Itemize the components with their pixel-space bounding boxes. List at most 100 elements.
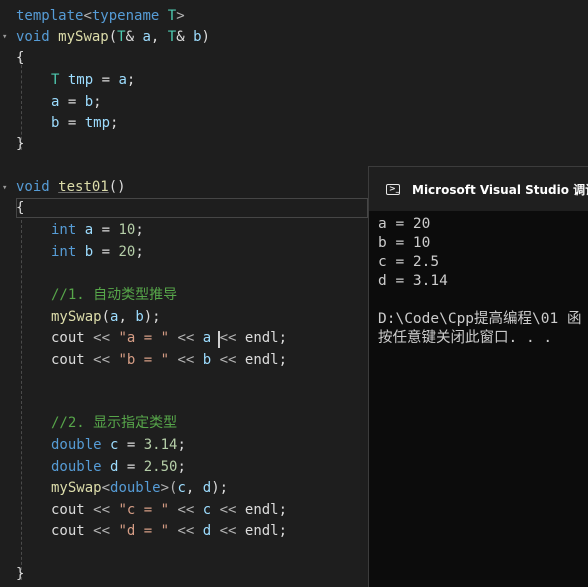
code-line[interactable]: cout << "d = " << d << endl; <box>51 521 287 542</box>
punct: ; <box>278 502 288 518</box>
punct: () <box>108 179 126 195</box>
keyword: void <box>16 179 50 195</box>
code-line[interactable]: b = tmp; <box>51 113 118 134</box>
punct: ); <box>143 309 161 325</box>
code-line[interactable]: mySwap(a, b); <box>51 307 161 328</box>
identifier: cout <box>51 330 85 346</box>
keyword: double <box>51 437 102 453</box>
code-line[interactable]: int b = 20; <box>51 242 144 263</box>
code-line[interactable]: cout << "c = " << c << endl; <box>51 500 287 521</box>
code-comment[interactable]: //1. 自动类型推导 <box>51 285 177 306</box>
operator: = <box>59 115 85 131</box>
identifier: cout <box>51 502 85 518</box>
variable: b <box>84 94 94 110</box>
operator: << <box>169 502 203 518</box>
identifier: cout <box>51 523 85 539</box>
punct: ); <box>211 480 229 496</box>
identifier: endl <box>244 352 279 368</box>
identifier: endl <box>244 330 279 346</box>
debug-console-window[interactable]: >_ Microsoft Visual Studio 调试控 a = 20 b … <box>368 166 588 587</box>
variable: a <box>84 222 94 238</box>
punct: ; <box>110 115 119 131</box>
identifier: endl <box>244 523 279 539</box>
punct: >( <box>160 480 178 496</box>
variable: c <box>202 502 212 518</box>
type-name: T <box>117 29 126 45</box>
variable: b <box>135 309 144 325</box>
operator: << <box>211 330 245 346</box>
string-literal: "b = " <box>118 352 170 368</box>
function-name: mySwap <box>51 480 102 496</box>
param: b <box>193 29 202 45</box>
code-line[interactable]: { <box>16 198 24 219</box>
punct: , <box>118 309 136 325</box>
code-line[interactable]: { <box>16 48 24 69</box>
variable: a <box>202 330 212 346</box>
current-line-highlight <box>16 198 368 218</box>
keyword: int <box>51 222 77 238</box>
variable: b <box>202 352 212 368</box>
brace: } <box>16 136 25 152</box>
keyword: typename <box>91 8 160 24</box>
operator: = <box>93 244 119 260</box>
code-line[interactable]: } <box>16 134 24 155</box>
punct: ; <box>177 437 186 453</box>
console-output-line: c = 2.5 <box>378 254 440 270</box>
code-line[interactable]: int a = 10; <box>51 220 144 241</box>
function-name: test01 <box>58 179 109 195</box>
operator: << <box>169 523 203 539</box>
punct: > <box>176 8 185 24</box>
code-line[interactable]: double d = 2.50; <box>51 457 186 478</box>
brace: { <box>16 200 25 216</box>
punct: ; <box>278 352 288 368</box>
code-comment[interactable]: //2. 显示指定类型 <box>51 413 177 434</box>
punct: & <box>176 29 194 45</box>
code-line[interactable]: double c = 3.14; <box>51 435 186 456</box>
variable: tmp <box>67 72 94 88</box>
operator: = <box>93 222 119 238</box>
keyword: double <box>110 480 161 496</box>
brace: { <box>16 50 25 66</box>
code-line[interactable]: T tmp = a; <box>51 70 135 91</box>
brace: } <box>16 566 25 582</box>
punct: , <box>185 480 203 496</box>
operator: << <box>169 330 203 346</box>
code-line[interactable]: mySwap<double>(c, d); <box>51 478 228 499</box>
chevron-down-icon[interactable]: ▾ <box>2 183 7 193</box>
number-literal: 2.50 <box>143 459 178 475</box>
keyword: void <box>16 29 50 45</box>
variable: b <box>84 244 94 260</box>
punct: < <box>101 480 111 496</box>
type-name: T <box>167 8 177 24</box>
console-output-line: D:\Code\Cpp提高编程\01 函 <box>378 311 582 327</box>
number-literal: 20 <box>118 244 136 260</box>
variable: d <box>202 480 212 496</box>
variable: a <box>118 72 127 88</box>
punct: ; <box>126 72 136 88</box>
operator: << <box>211 502 245 518</box>
identifier: endl <box>244 502 279 518</box>
code-line[interactable]: cout << "a = " << a << endl; <box>51 328 287 349</box>
variable: d <box>202 523 212 539</box>
operator: = <box>59 94 85 110</box>
operator: = <box>118 459 144 475</box>
console-titlebar[interactable]: >_ Microsoft Visual Studio 调试控 <box>369 167 588 211</box>
number-literal: 3.14 <box>143 437 178 453</box>
code-line[interactable]: a = b; <box>51 92 102 113</box>
operator: = <box>93 72 119 88</box>
code-line[interactable]: } <box>16 564 24 585</box>
chevron-down-icon[interactable]: ▾ <box>2 32 7 42</box>
code-line[interactable]: void test01() <box>16 177 126 198</box>
code-line[interactable]: cout << "b = " << b << endl; <box>51 350 287 371</box>
punct: ( <box>108 29 118 45</box>
operator: << <box>211 523 245 539</box>
operator: << <box>84 330 119 346</box>
code-line[interactable]: template<typename T> <box>16 6 185 27</box>
operator: << <box>211 352 245 368</box>
variable: c <box>177 480 186 496</box>
code-line[interactable]: void mySwap(T& a, T& b) <box>16 27 210 48</box>
